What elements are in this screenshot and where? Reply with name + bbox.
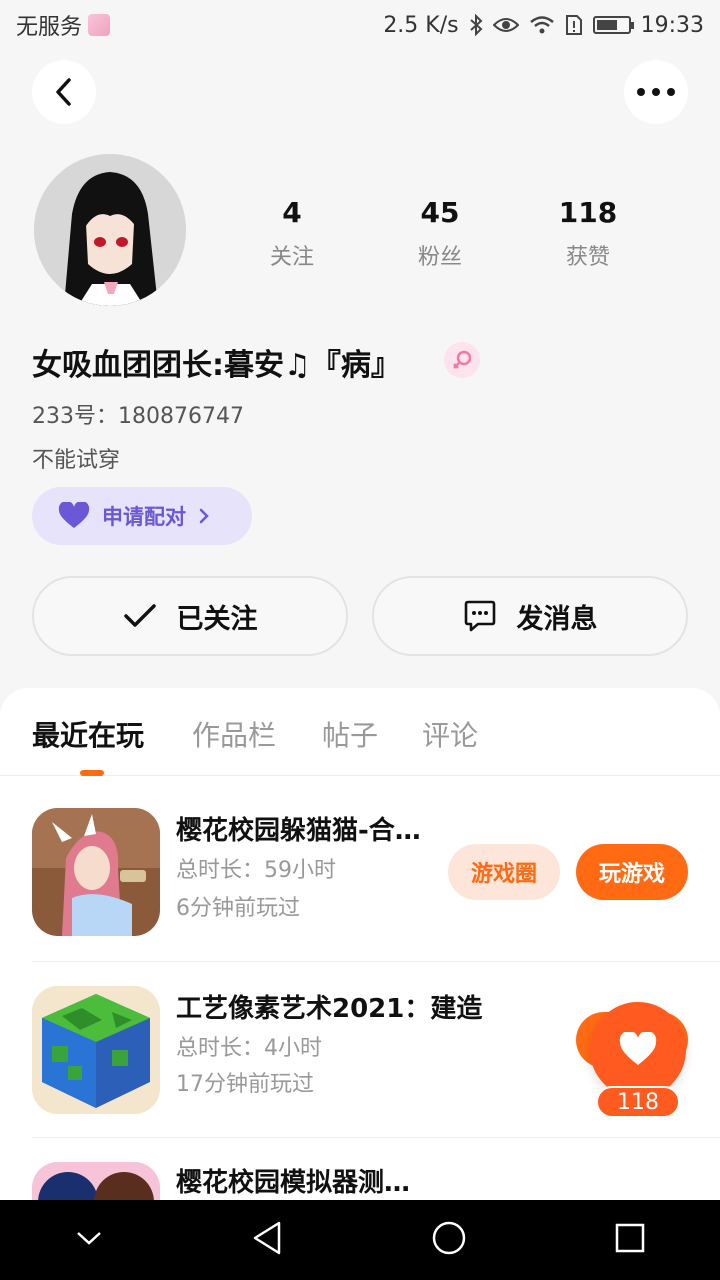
nickname: 女吸血团团长:暮安♫『病』 [32, 348, 401, 383]
carrier-text: 无服务 [16, 15, 83, 40]
pair-request-label: 申请配对 [102, 505, 186, 529]
followers-stat[interactable]: 45 粉丝 [380, 196, 500, 271]
game-circle-button[interactable]: 游戏圈 [448, 844, 560, 900]
pair-request-button[interactable]: 申请配对 [32, 487, 252, 545]
user-id: 233号：180876747 [32, 404, 244, 429]
eye-icon [492, 16, 519, 34]
likes-label: 获赞 [565, 245, 610, 270]
send-message-button[interactable]: 发消息 [372, 576, 688, 656]
tab-recently-played[interactable]: 最近在玩 [32, 714, 144, 754]
followers-label: 粉丝 [417, 245, 462, 270]
tab-indicator [80, 770, 104, 776]
game-duration: 总时长：4小时 [176, 1036, 322, 1061]
game-title: 樱花校园模拟器测… [176, 1168, 411, 1198]
likes-stat[interactable]: 118 获赞 [528, 196, 648, 271]
game-last-played: 17分钟前玩过 [176, 1072, 314, 1097]
battery-icon [592, 16, 634, 34]
game-icon [32, 808, 160, 936]
followed-button[interactable]: 已关注 [32, 576, 348, 656]
bio-text: 不能试穿 [32, 448, 121, 473]
check-icon [123, 604, 156, 627]
wifi-icon [529, 15, 555, 35]
content-card: 最近在玩 作品栏 帖子 评论 樱花校园躲猫猫-合… 总时长：59小时 6分钟前玩… [0, 688, 720, 1208]
status-bar: 无服务 2.5 K/s 19:33 [0, 0, 720, 50]
sim-alert-icon [565, 14, 583, 36]
tab-posts[interactable]: 帖子 [322, 714, 378, 754]
game-duration: 总时长：59小时 [176, 858, 336, 883]
avatar-image [34, 154, 186, 306]
heart-icon [58, 502, 90, 528]
tab-comments[interactable]: 评论 [422, 714, 478, 754]
more-button[interactable] [624, 60, 688, 124]
following-stat[interactable]: 4 关注 [232, 196, 352, 271]
followers-count: 45 [420, 196, 460, 229]
recents-nav-icon[interactable] [614, 1222, 646, 1258]
back-button[interactable] [32, 60, 96, 124]
home-nav-icon[interactable] [431, 1220, 467, 1260]
avatar[interactable] [34, 154, 186, 306]
heart-icon [619, 1032, 657, 1065]
chat-icon [464, 600, 495, 632]
chevron-left-icon [56, 78, 71, 106]
play-game-button[interactable]: 玩游戏 [576, 844, 688, 900]
more-icon [637, 88, 675, 96]
sim-icon [88, 14, 111, 36]
tab-works[interactable]: 作品栏 [192, 714, 276, 754]
followed-label: 已关注 [176, 603, 258, 635]
like-count-badge: 118 [596, 1086, 680, 1118]
chevron-right-icon [199, 508, 209, 524]
chevron-down-icon[interactable] [74, 1228, 104, 1252]
game-title: 樱花校园躲猫猫-合… [176, 816, 421, 846]
following-count: 4 [282, 196, 302, 229]
likes-count: 118 [558, 196, 618, 229]
bluetooth-icon [469, 14, 483, 36]
clock-time: 19:33 [640, 12, 704, 38]
female-icon [444, 342, 480, 378]
game-title: 工艺像素艺术2021：建造 [176, 994, 483, 1024]
like-button[interactable] [590, 1002, 686, 1098]
game-last-played: 6分钟前玩过 [176, 896, 300, 921]
tab-bar: 最近在玩 作品栏 帖子 评论 [0, 688, 720, 776]
game-icon [32, 986, 160, 1114]
network-speed: 2.5 K/s [383, 12, 459, 38]
following-label: 关注 [269, 245, 314, 270]
back-nav-icon[interactable] [251, 1220, 283, 1260]
system-nav-bar [0, 1200, 720, 1280]
game-row[interactable]: 樱花校园躲猫猫-合… 总时长：59小时 6分钟前玩过 游戏圈 玩游戏 [0, 786, 720, 962]
game-row[interactable]: 樱花校园模拟器测… [0, 1138, 720, 1208]
send-message-label: 发消息 [516, 603, 598, 635]
